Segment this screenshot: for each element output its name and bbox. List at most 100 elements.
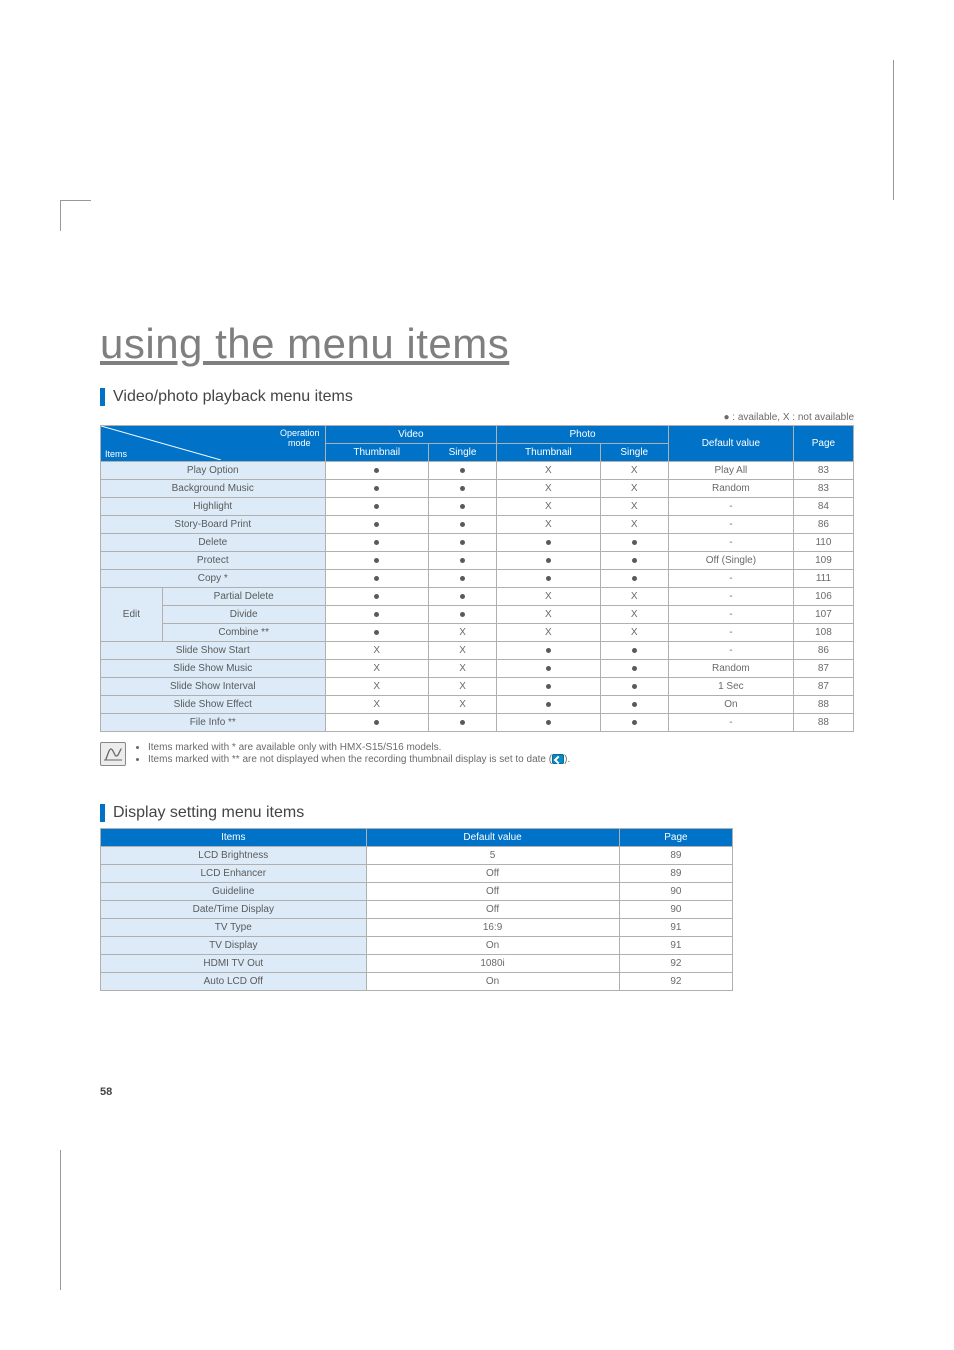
cell-default: 16:9 bbox=[366, 919, 619, 937]
cell-page: 90 bbox=[619, 901, 733, 919]
table-row: ProtectOff (Single)109 bbox=[101, 552, 854, 570]
cell-page: 83 bbox=[793, 462, 853, 480]
available-dot bbox=[460, 486, 465, 491]
legend-text: ● : available, X : not available bbox=[100, 412, 854, 423]
cell bbox=[428, 480, 496, 498]
cell-page: 90 bbox=[619, 883, 733, 901]
notes-box: Items marked with * are available only w… bbox=[100, 742, 854, 766]
cell-default: Off bbox=[366, 883, 619, 901]
cell: X bbox=[428, 624, 496, 642]
cell bbox=[325, 606, 428, 624]
cell bbox=[428, 498, 496, 516]
t2-header-items: Items bbox=[101, 829, 367, 847]
cell-default: 1080i bbox=[366, 955, 619, 973]
table-row: EditPartial DeleteXX-106 bbox=[101, 588, 854, 606]
cell-page: 87 bbox=[793, 678, 853, 696]
cell: X bbox=[497, 480, 600, 498]
row-item: Play Option bbox=[101, 462, 326, 480]
cell-page: 91 bbox=[619, 919, 733, 937]
cell: X bbox=[497, 588, 600, 606]
cell: X bbox=[600, 516, 668, 534]
cell bbox=[497, 570, 600, 588]
cell bbox=[428, 588, 496, 606]
cell bbox=[497, 552, 600, 570]
table-row: HighlightXX-84 bbox=[101, 498, 854, 516]
cell-default: - bbox=[668, 588, 793, 606]
available-dot bbox=[460, 720, 465, 725]
available-dot bbox=[546, 720, 551, 725]
cell bbox=[600, 660, 668, 678]
cell-default: Off bbox=[366, 865, 619, 883]
playback-menu-table: Operation mode Items Video Photo Default… bbox=[100, 425, 854, 732]
crop-mark bbox=[60, 200, 91, 231]
display-settings-table: Items Default value Page LCD Brightness5… bbox=[100, 828, 733, 991]
cell-page: 89 bbox=[619, 847, 733, 865]
available-dot bbox=[460, 540, 465, 545]
cell-page: 88 bbox=[793, 696, 853, 714]
cell: X bbox=[600, 498, 668, 516]
cell-default: Random bbox=[668, 660, 793, 678]
cell: X bbox=[325, 678, 428, 696]
cell bbox=[428, 552, 496, 570]
available-dot bbox=[374, 486, 379, 491]
table-row: TV DisplayOn91 bbox=[101, 937, 733, 955]
crop-mark bbox=[60, 1150, 73, 1290]
cell: X bbox=[600, 588, 668, 606]
row-item: Slide Show Start bbox=[101, 642, 326, 660]
table-row: Copy *-111 bbox=[101, 570, 854, 588]
t2-header-page: Page bbox=[619, 829, 733, 847]
cell bbox=[325, 534, 428, 552]
row-item: TV Display bbox=[101, 937, 367, 955]
table-row: Slide Show MusicXXRandom87 bbox=[101, 660, 854, 678]
available-dot bbox=[460, 558, 465, 563]
cell-default: - bbox=[668, 606, 793, 624]
row-item: TV Type bbox=[101, 919, 367, 937]
row-item: Divide bbox=[162, 606, 325, 624]
available-dot bbox=[374, 468, 379, 473]
cell-default: Off bbox=[366, 901, 619, 919]
available-dot bbox=[632, 576, 637, 581]
cell bbox=[325, 570, 428, 588]
cell: X bbox=[325, 696, 428, 714]
header-video: Video bbox=[325, 426, 497, 444]
available-dot bbox=[546, 684, 551, 689]
table-row: TV Type16:991 bbox=[101, 919, 733, 937]
row-item: Guideline bbox=[101, 883, 367, 901]
cell bbox=[600, 552, 668, 570]
cell: X bbox=[497, 498, 600, 516]
header-mode: mode bbox=[288, 438, 311, 448]
cell: X bbox=[497, 606, 600, 624]
cell: X bbox=[428, 678, 496, 696]
note-line: Items marked with ** are not displayed w… bbox=[148, 754, 570, 765]
table-row: Slide Show StartXX-86 bbox=[101, 642, 854, 660]
cell-default: - bbox=[668, 642, 793, 660]
cell: X bbox=[497, 624, 600, 642]
cell-default: 5 bbox=[366, 847, 619, 865]
available-dot bbox=[374, 504, 379, 509]
cell-page: 83 bbox=[793, 480, 853, 498]
cell bbox=[325, 552, 428, 570]
header-video-thumb: Thumbnail bbox=[325, 444, 428, 462]
row-item: Story-Board Print bbox=[101, 516, 326, 534]
row-item: File Info ** bbox=[101, 714, 326, 732]
available-dot bbox=[374, 540, 379, 545]
available-dot bbox=[374, 594, 379, 599]
t2-header-default: Default value bbox=[366, 829, 619, 847]
cell: X bbox=[325, 642, 428, 660]
row-item: Delete bbox=[101, 534, 326, 552]
available-dot bbox=[374, 576, 379, 581]
cell bbox=[325, 498, 428, 516]
row-item: Date/Time Display bbox=[101, 901, 367, 919]
available-dot bbox=[632, 540, 637, 545]
cell bbox=[428, 606, 496, 624]
header-video-single: Single bbox=[428, 444, 496, 462]
table-row: HDMI TV Out1080i92 bbox=[101, 955, 733, 973]
cell-default: Random bbox=[668, 480, 793, 498]
row-item: Slide Show Interval bbox=[101, 678, 326, 696]
available-dot bbox=[460, 612, 465, 617]
note-line: Items marked with * are available only w… bbox=[148, 742, 570, 753]
cell bbox=[325, 588, 428, 606]
cell-page: 108 bbox=[793, 624, 853, 642]
cell: X bbox=[428, 696, 496, 714]
cell-default: - bbox=[668, 534, 793, 552]
